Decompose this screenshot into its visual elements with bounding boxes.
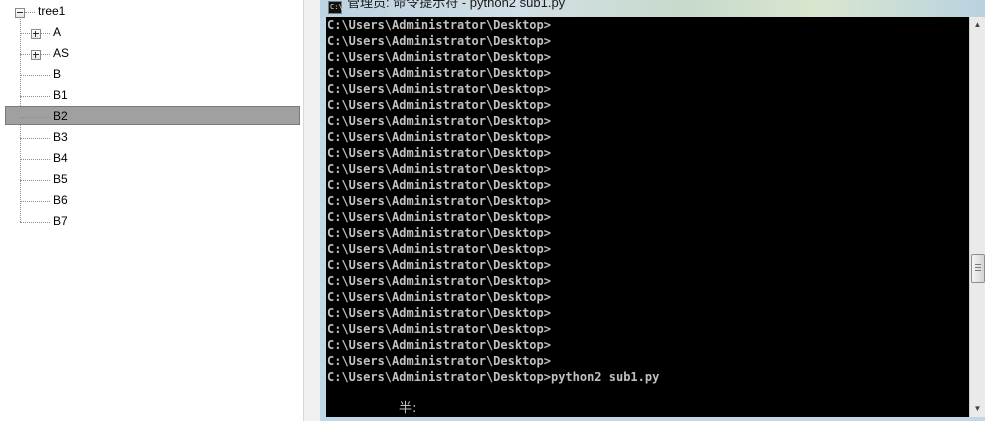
arrow-down-icon[interactable]: ▼ xyxy=(970,401,985,417)
console-titlebar[interactable]: C:\ 管理员: 命令提示符 - python2 sub1.py xyxy=(320,0,985,17)
window-title: 管理员: 命令提示符 - python2 sub1.py xyxy=(347,0,566,10)
console-line: C:\Users\Administrator\Desktop> xyxy=(327,338,551,352)
tree-node-b5[interactable]: B5 xyxy=(53,170,68,189)
tree-node-as[interactable]: AS xyxy=(53,44,69,63)
console-line: C:\Users\Administrator\Desktop>python2 s… xyxy=(327,370,660,384)
tree-node-b1[interactable]: B1 xyxy=(53,86,68,105)
console-line: C:\Users\Administrator\Desktop> xyxy=(327,18,551,32)
console-window[interactable]: C:\ 管理员: 命令提示符 - python2 sub1.py C:\User… xyxy=(320,0,985,421)
console-line: C:\Users\Administrator\Desktop> xyxy=(327,210,551,224)
console-line: C:\Users\Administrator\Desktop> xyxy=(327,66,551,80)
vertical-scrollbar[interactable]: ▲ ▼ xyxy=(969,17,985,417)
console-screen[interactable]: C:\Users\Administrator\Desktop> C:\Users\… xyxy=(326,17,969,417)
splitter[interactable] xyxy=(304,0,320,421)
console-line: C:\Users\Administrator\Desktop> xyxy=(327,34,551,48)
console-line: C:\Users\Administrator\Desktop> xyxy=(327,194,551,208)
arrow-up-icon[interactable]: ▲ xyxy=(970,17,985,33)
tree-node-b[interactable]: B xyxy=(53,65,61,84)
console-line: C:\Users\Administrator\Desktop> xyxy=(327,226,551,240)
scroll-thumb[interactable] xyxy=(971,254,985,283)
console-line: C:\Users\Administrator\Desktop> xyxy=(327,354,551,368)
tree-node-b2[interactable]: B2 xyxy=(53,107,68,126)
console-line: C:\Users\Administrator\Desktop> xyxy=(327,274,551,288)
cmd-app-icon: C:\ xyxy=(328,1,343,14)
console-line: C:\Users\Administrator\Desktop> xyxy=(327,290,551,304)
console-line: C:\Users\Administrator\Desktop> xyxy=(327,258,551,272)
tree-node-b7[interactable]: B7 xyxy=(53,212,68,231)
console-line: C:\Users\Administrator\Desktop> xyxy=(327,114,551,128)
expand-icon[interactable] xyxy=(31,29,41,39)
tree-node-b3[interactable]: B3 xyxy=(53,128,68,147)
console-output-text: 半: xyxy=(399,401,417,416)
console-line: C:\Users\Administrator\Desktop> xyxy=(327,98,551,112)
console-line: C:\Users\Administrator\Desktop> xyxy=(327,82,551,96)
expand-icon[interactable] xyxy=(31,50,41,60)
tree-root-label[interactable]: tree1 xyxy=(38,2,65,21)
console-line: C:\Users\Administrator\Desktop> xyxy=(327,322,551,336)
console-line: C:\Users\Administrator\Desktop> xyxy=(327,162,551,176)
tree-view[interactable]: tree1 A AS B B1 B2 B3 B4 B5 B6 B7 xyxy=(0,0,304,421)
console-line: C:\Users\Administrator\Desktop> xyxy=(327,306,551,320)
console-line: C:\Users\Administrator\Desktop> xyxy=(327,178,551,192)
tree-node-a[interactable]: A xyxy=(53,23,61,42)
console-line: C:\Users\Administrator\Desktop> xyxy=(327,242,551,256)
selected-row-highlight xyxy=(5,106,300,125)
console-line: C:\Users\Administrator\Desktop> xyxy=(327,146,551,160)
tree-node-b6[interactable]: B6 xyxy=(53,191,68,210)
console-line: C:\Users\Administrator\Desktop> xyxy=(327,130,551,144)
console-line: C:\Users\Administrator\Desktop> xyxy=(327,50,551,64)
tree-node-b4[interactable]: B4 xyxy=(53,149,68,168)
